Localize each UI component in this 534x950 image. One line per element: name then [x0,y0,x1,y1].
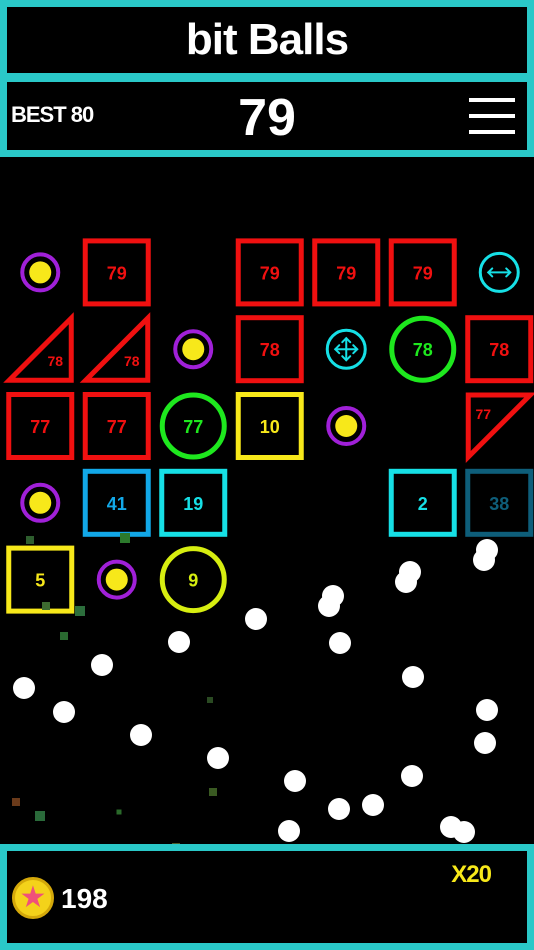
ball [284,770,306,792]
four-way-arrows-icon [325,328,367,370]
triangle-block [3,312,74,383]
block-hit-count: 78 [489,340,509,360]
coin-dot [182,338,205,361]
coin-dot [335,415,358,437]
ball [13,677,35,699]
ball [53,701,75,723]
block-hit-count: 19 [183,494,203,514]
block-hit-count: 79 [260,263,280,283]
ball [362,794,384,816]
coin-dot [29,261,52,284]
ball [328,798,350,820]
ball [476,699,498,721]
coin-dot [29,491,52,514]
debris-particle [35,811,45,821]
ball [318,595,340,617]
triangle-block [465,392,534,464]
block-hit-count: 77 [30,417,50,437]
triangle-block [79,312,151,383]
block-hit-count: 79 [336,263,356,283]
debris-particle [12,798,20,806]
ball [130,724,152,746]
game-title: bit Balls [185,15,349,64]
debris-particle [42,602,50,610]
horizontal-arrows-icon [478,251,520,293]
debris-particle [60,632,68,640]
ball [401,765,423,787]
ball [91,654,113,676]
block-hit-count: 38 [489,494,509,514]
block-hit-count: 78 [47,353,63,369]
ball [329,632,351,654]
ball [474,732,496,754]
coin-count: 198 [61,883,108,914]
current-score: 79 [238,89,296,147]
debris-particle [207,697,213,703]
block-hit-count: 5 [35,571,45,591]
ball [207,747,229,769]
debris-particle [26,536,34,544]
debris-particle [116,809,122,815]
ball [245,608,267,630]
coin-dot [105,568,128,591]
debris-particle [209,788,217,796]
title-bar: bit Balls [0,0,534,80]
block-hit-count: 10 [260,417,280,437]
block-hit-count: 79 [413,263,433,283]
block-hit-count: 41 [107,494,127,514]
game-field[interactable]: 79 79 79 79 78 78 78 78 78 77 77 77 10 77 41 19 2 38 5 9 [0,157,534,844]
ball-multiplier: X20 [451,861,492,888]
block-hit-count: 2 [418,494,428,514]
footer-bar: ★ 198 X20 [0,844,534,950]
block-hit-count: 77 [475,406,491,422]
hamburger-menu-icon[interactable] [469,98,515,134]
star-coin-icon: ★ [12,877,54,919]
score-bar: BEST 80 79 [0,75,534,157]
block-hit-count: 79 [107,263,127,283]
block-hit-count: 78 [260,340,280,360]
block-hit-count: 77 [107,417,127,437]
ball [453,821,475,843]
ball [395,571,417,593]
ball [473,549,495,571]
game-board[interactable]: 79 79 79 79 78 78 78 78 78 77 77 77 10 77 41 19 2 38 5 9 [0,157,534,844]
ball [278,820,300,842]
ball [402,666,424,688]
debris-particle [120,533,130,543]
block-hit-count: 9 [188,571,198,591]
block-hit-count: 78 [124,353,140,369]
ball [168,631,190,653]
block-hit-count: 77 [183,417,203,437]
block-hit-count: 78 [413,340,433,360]
debris-particle [75,606,85,616]
